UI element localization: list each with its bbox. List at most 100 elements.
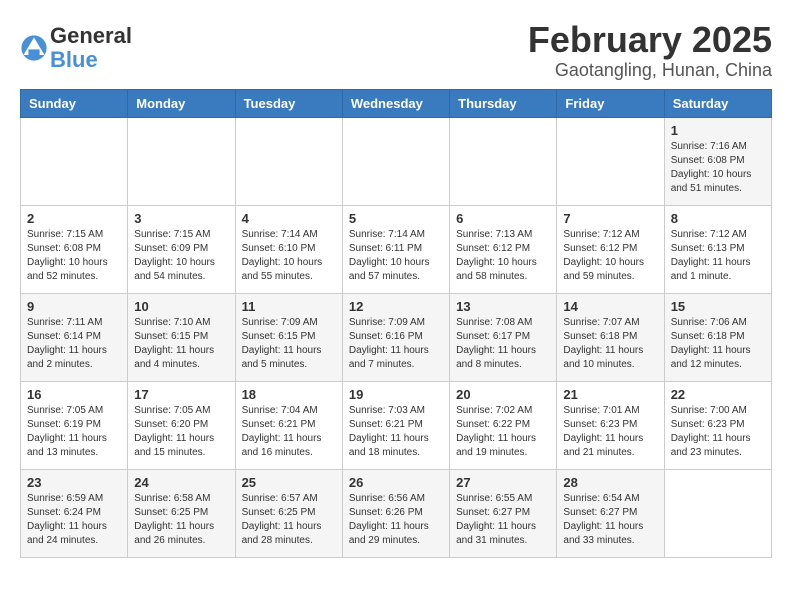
weekday-header: Friday — [557, 89, 664, 117]
day-info: Sunrise: 7:15 AM Sunset: 6:08 PM Dayligh… — [27, 228, 121, 284]
day-number: 4 — [242, 211, 336, 226]
calendar-week-row: 1Sunrise: 7:16 AM Sunset: 6:08 PM Daylig… — [21, 117, 772, 205]
calendar-week-row: 16 Sunrise: 7:05 AM Sunset: 6:19 PM Dayli… — [21, 381, 772, 469]
day-info: Sunrise: 6:55 AM Sunset: 6:27 PM Dayligh… — [456, 492, 550, 548]
calendar-cell: 19 Sunrise: 7:03 AM Sunset: 6:21 PM Dayli… — [342, 381, 449, 469]
weekday-header: Saturday — [664, 89, 771, 117]
day-info: Sunrise: 7:10 AM Sunset: 6:15 PM Dayligh… — [134, 316, 228, 372]
calendar-header-row: SundayMondayTuesdayWednesdayThursdayFrid… — [21, 89, 772, 117]
calendar-cell: 28Sunrise: 6:54 AM Sunset: 6:27 PM Dayli… — [557, 469, 664, 557]
calendar-cell: 1Sunrise: 7:16 AM Sunset: 6:08 PM Daylig… — [664, 117, 771, 205]
calendar-cell: 10 Sunrise: 7:10 AM Sunset: 6:15 PM Dayli… — [128, 293, 235, 381]
logo: General Blue — [20, 24, 132, 72]
day-info: Sunrise: 7:07 AM Sunset: 6:18 PM Dayligh… — [563, 316, 657, 372]
calendar-cell: 14 Sunrise: 7:07 AM Sunset: 6:18 PM Dayli… — [557, 293, 664, 381]
day-number: 10 — [134, 299, 228, 314]
day-info: Sunrise: 6:56 AM Sunset: 6:26 PM Dayligh… — [349, 492, 443, 548]
day-number: 24 — [134, 475, 228, 490]
day-number: 16 — [27, 387, 121, 402]
calendar-cell — [235, 117, 342, 205]
day-number: 3 — [134, 211, 228, 226]
day-info: Sunrise: 7:00 AM Sunset: 6:23 PM Dayligh… — [671, 404, 765, 460]
day-number: 25 — [242, 475, 336, 490]
calendar-cell: 12 Sunrise: 7:09 AM Sunset: 6:16 PM Dayli… — [342, 293, 449, 381]
weekday-header: Sunday — [21, 89, 128, 117]
page-header: General Blue February 2025 Gaotangling, … — [20, 20, 772, 81]
day-number: 6 — [456, 211, 550, 226]
day-info: Sunrise: 7:01 AM Sunset: 6:23 PM Dayligh… — [563, 404, 657, 460]
calendar-cell: 15 Sunrise: 7:06 AM Sunset: 6:18 PM Dayli… — [664, 293, 771, 381]
calendar-cell: 24 Sunrise: 6:58 AM Sunset: 6:25 PM Dayli… — [128, 469, 235, 557]
weekday-header: Thursday — [450, 89, 557, 117]
calendar-cell — [557, 117, 664, 205]
day-number: 19 — [349, 387, 443, 402]
day-info: Sunrise: 7:05 AM Sunset: 6:19 PM Dayligh… — [27, 404, 121, 460]
day-number: 2 — [27, 211, 121, 226]
calendar-table: SundayMondayTuesdayWednesdayThursdayFrid… — [20, 89, 772, 558]
calendar-cell: 2 Sunrise: 7:15 AM Sunset: 6:08 PM Daylig… — [21, 205, 128, 293]
day-number: 5 — [349, 211, 443, 226]
calendar-cell: 13Sunrise: 7:08 AM Sunset: 6:17 PM Dayli… — [450, 293, 557, 381]
calendar-cell: 6 Sunrise: 7:13 AM Sunset: 6:12 PM Daylig… — [450, 205, 557, 293]
calendar-cell: 4 Sunrise: 7:14 AM Sunset: 6:10 PM Daylig… — [235, 205, 342, 293]
day-number: 13 — [456, 299, 550, 314]
day-number: 14 — [563, 299, 657, 314]
day-number: 18 — [242, 387, 336, 402]
weekday-header: Monday — [128, 89, 235, 117]
calendar-cell: 9Sunrise: 7:11 AM Sunset: 6:14 PM Daylig… — [21, 293, 128, 381]
calendar-cell: 26 Sunrise: 6:56 AM Sunset: 6:26 PM Dayli… — [342, 469, 449, 557]
logo-icon — [20, 34, 48, 62]
day-info: Sunrise: 7:13 AM Sunset: 6:12 PM Dayligh… — [456, 228, 550, 284]
weekday-header: Wednesday — [342, 89, 449, 117]
logo-blue: Blue — [50, 47, 98, 72]
day-info: Sunrise: 7:03 AM Sunset: 6:21 PM Dayligh… — [349, 404, 443, 460]
logo-text: General Blue — [50, 24, 132, 72]
day-number: 15 — [671, 299, 765, 314]
page-title: February 2025 — [528, 20, 772, 60]
day-info: Sunrise: 7:11 AM Sunset: 6:14 PM Dayligh… — [27, 316, 121, 372]
day-number: 28 — [563, 475, 657, 490]
day-info: Sunrise: 7:04 AM Sunset: 6:21 PM Dayligh… — [242, 404, 336, 460]
day-info: Sunrise: 7:12 AM Sunset: 6:13 PM Dayligh… — [671, 228, 765, 284]
day-number: 1 — [671, 123, 765, 138]
day-number: 20 — [456, 387, 550, 402]
day-info: Sunrise: 7:09 AM Sunset: 6:15 PM Dayligh… — [242, 316, 336, 372]
day-info: Sunrise: 6:59 AM Sunset: 6:24 PM Dayligh… — [27, 492, 121, 548]
calendar-cell — [664, 469, 771, 557]
day-number: 23 — [27, 475, 121, 490]
page-subtitle: Gaotangling, Hunan, China — [528, 60, 772, 81]
calendar-week-row: 9Sunrise: 7:11 AM Sunset: 6:14 PM Daylig… — [21, 293, 772, 381]
day-number: 21 — [563, 387, 657, 402]
day-number: 22 — [671, 387, 765, 402]
calendar-cell: 27 Sunrise: 6:55 AM Sunset: 6:27 PM Dayli… — [450, 469, 557, 557]
calendar-cell — [450, 117, 557, 205]
calendar-cell: 17 Sunrise: 7:05 AM Sunset: 6:20 PM Dayli… — [128, 381, 235, 469]
day-info: Sunrise: 7:09 AM Sunset: 6:16 PM Dayligh… — [349, 316, 443, 372]
day-number: 27 — [456, 475, 550, 490]
calendar-cell — [21, 117, 128, 205]
calendar-cell: 5 Sunrise: 7:14 AM Sunset: 6:11 PM Daylig… — [342, 205, 449, 293]
day-info: Sunrise: 7:14 AM Sunset: 6:11 PM Dayligh… — [349, 228, 443, 284]
weekday-header: Tuesday — [235, 89, 342, 117]
day-info: Sunrise: 6:57 AM Sunset: 6:25 PM Dayligh… — [242, 492, 336, 548]
day-info: Sunrise: 6:58 AM Sunset: 6:25 PM Dayligh… — [134, 492, 228, 548]
day-number: 12 — [349, 299, 443, 314]
title-block: February 2025 Gaotangling, Hunan, China — [528, 20, 772, 81]
day-info: Sunrise: 7:12 AM Sunset: 6:12 PM Dayligh… — [563, 228, 657, 284]
day-info: Sunrise: 7:05 AM Sunset: 6:20 PM Dayligh… — [134, 404, 228, 460]
day-info: Sunrise: 7:06 AM Sunset: 6:18 PM Dayligh… — [671, 316, 765, 372]
day-number: 17 — [134, 387, 228, 402]
calendar-cell: 18 Sunrise: 7:04 AM Sunset: 6:21 PM Dayli… — [235, 381, 342, 469]
calendar-cell: 22 Sunrise: 7:00 AM Sunset: 6:23 PM Dayli… — [664, 381, 771, 469]
day-info: Sunrise: 7:14 AM Sunset: 6:10 PM Dayligh… — [242, 228, 336, 284]
logo-general: General — [50, 23, 132, 48]
calendar-cell: 11Sunrise: 7:09 AM Sunset: 6:15 PM Dayli… — [235, 293, 342, 381]
calendar-cell: 7 Sunrise: 7:12 AM Sunset: 6:12 PM Daylig… — [557, 205, 664, 293]
calendar-cell: 16 Sunrise: 7:05 AM Sunset: 6:19 PM Dayli… — [21, 381, 128, 469]
calendar-cell: 25 Sunrise: 6:57 AM Sunset: 6:25 PM Dayli… — [235, 469, 342, 557]
calendar-cell: 8 Sunrise: 7:12 AM Sunset: 6:13 PM Daylig… — [664, 205, 771, 293]
calendar-cell: 3Sunrise: 7:15 AM Sunset: 6:09 PM Daylig… — [128, 205, 235, 293]
day-number: 26 — [349, 475, 443, 490]
day-number: 7 — [563, 211, 657, 226]
day-number: 8 — [671, 211, 765, 226]
